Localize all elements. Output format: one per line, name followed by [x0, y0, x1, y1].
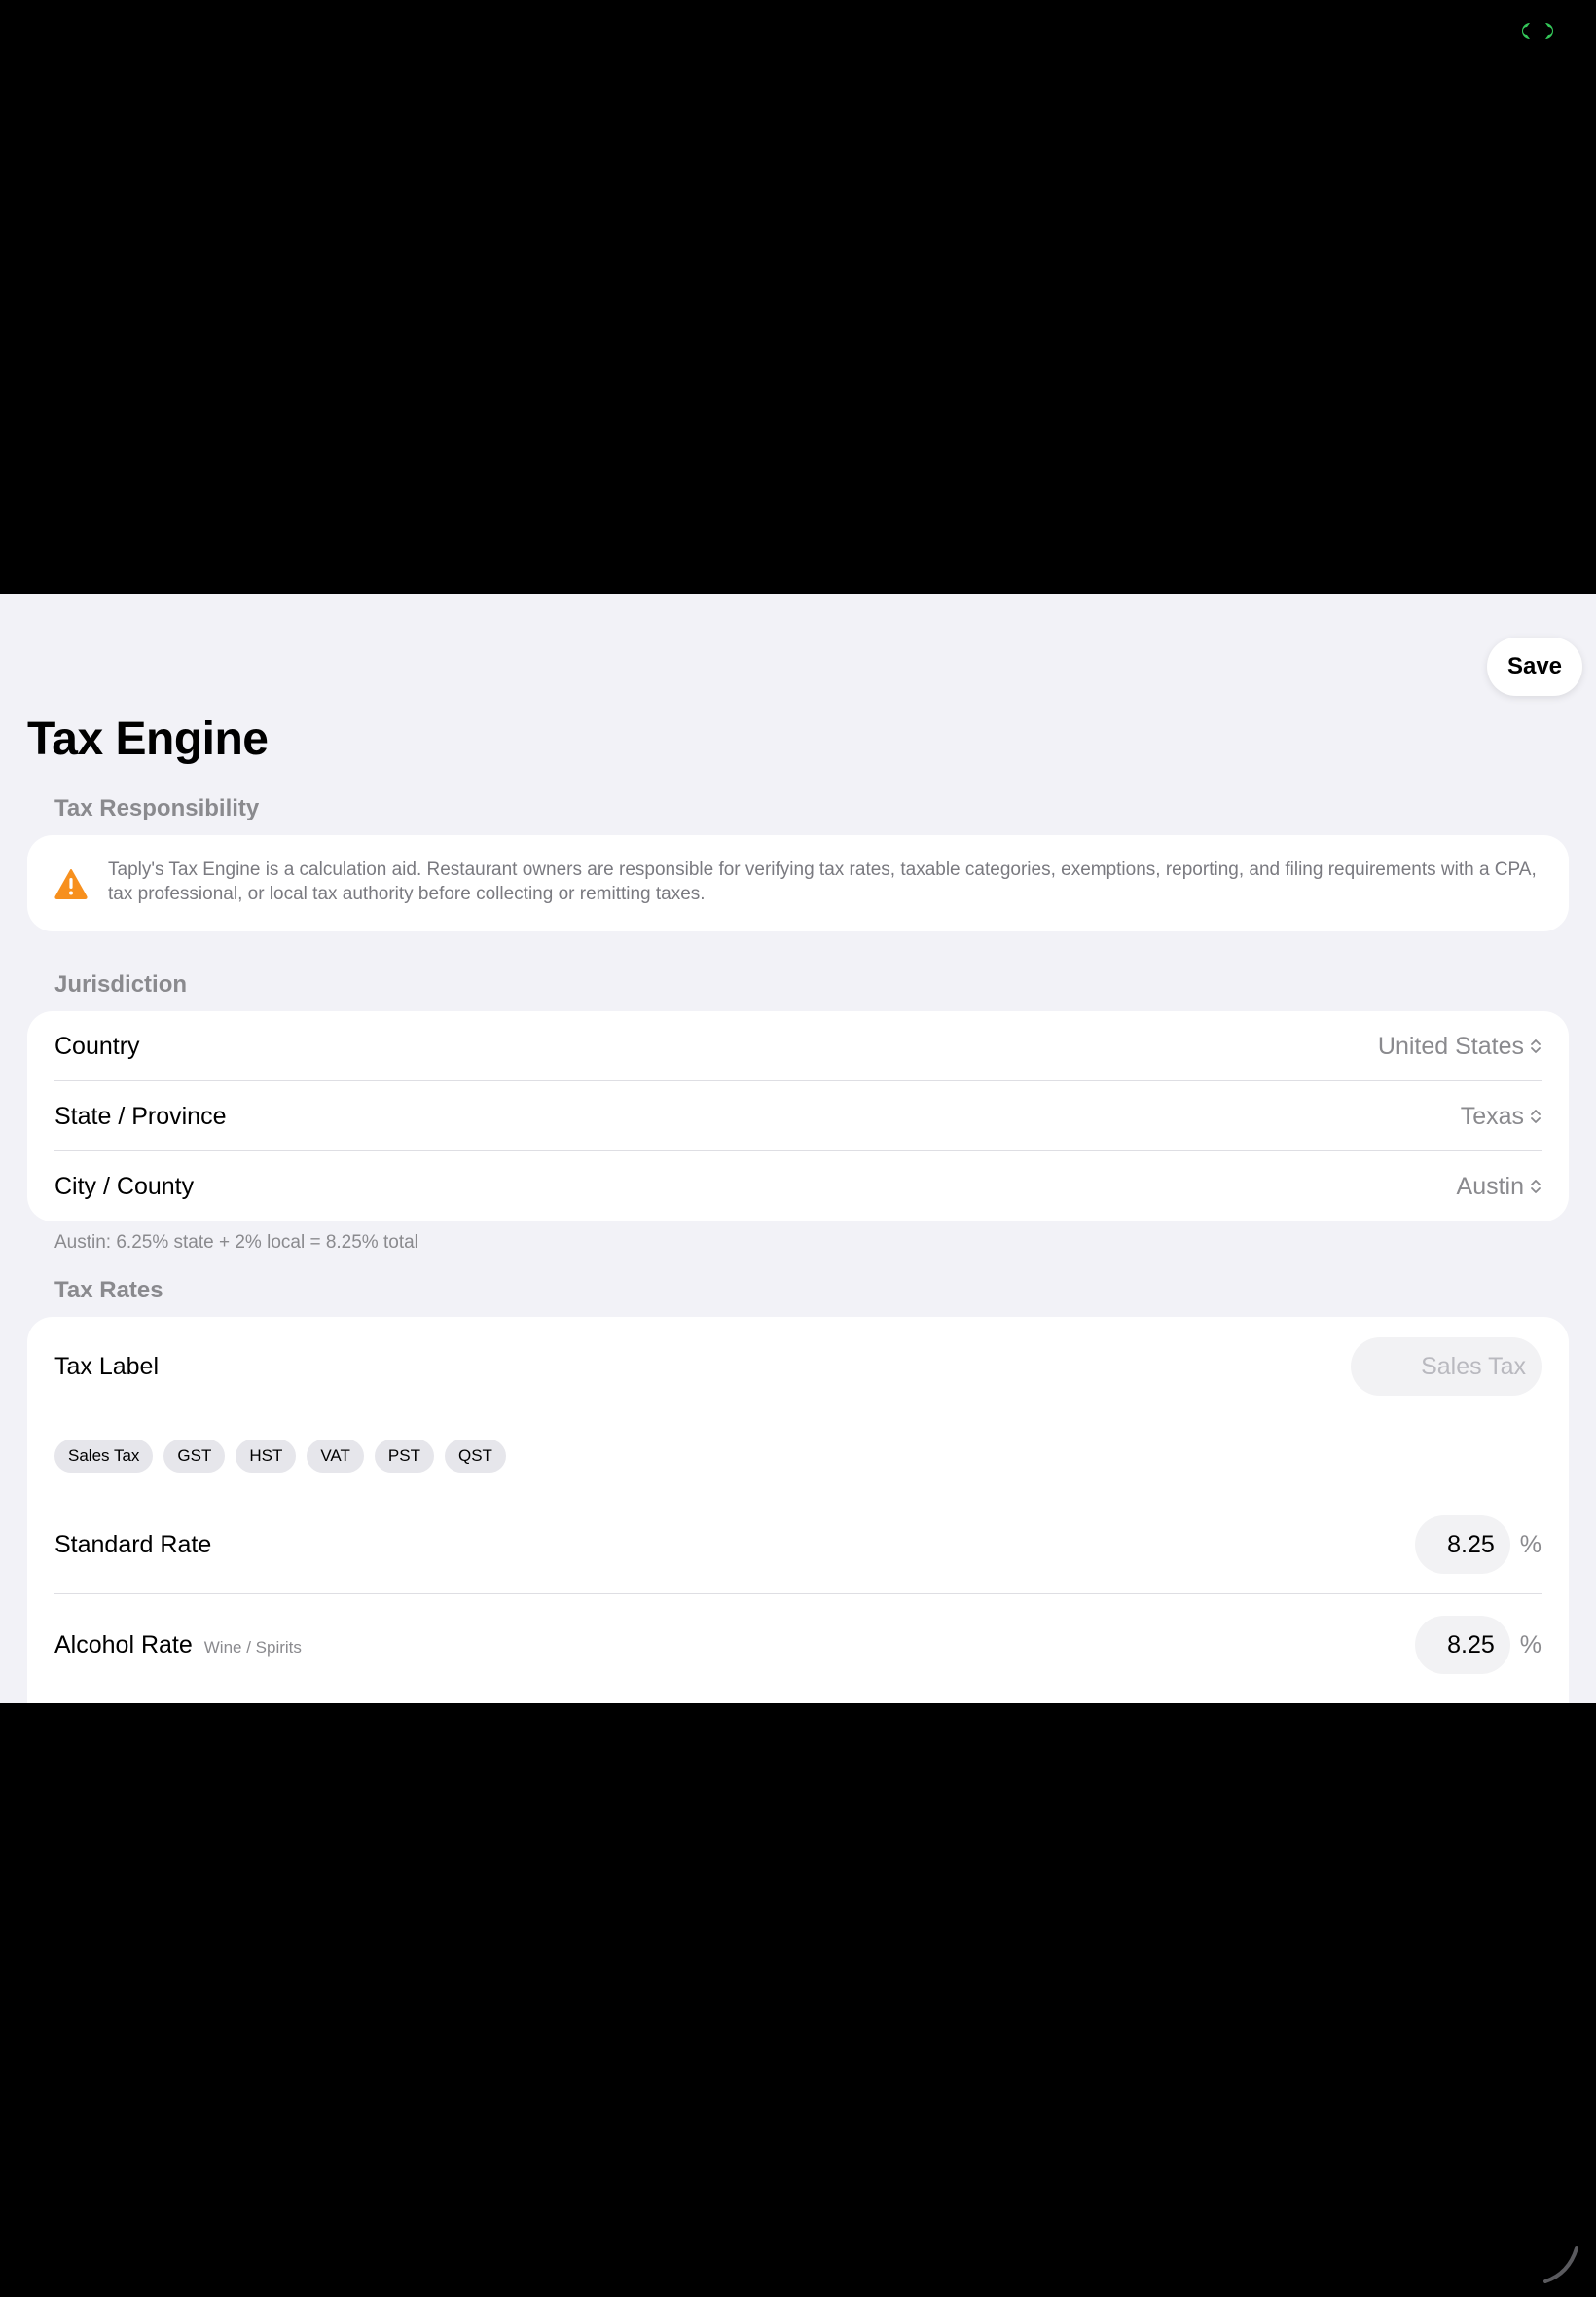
standard-rate-field: % — [1414, 1515, 1542, 1574]
save-button[interactable]: Save — [1487, 638, 1582, 696]
country-picker[interactable]: United States — [1378, 1033, 1542, 1061]
jurisdiction-card: Country United States State / Province T… — [27, 1011, 1569, 1221]
standard-rate-row: Standard Rate % — [54, 1510, 1542, 1580]
page-title: Tax Engine — [27, 713, 269, 765]
chevron-up-down-icon — [1531, 1039, 1541, 1053]
preset-chip-hst[interactable]: HST — [236, 1440, 297, 1473]
jurisdiction-row-state[interactable]: State / Province Texas — [54, 1081, 1542, 1151]
tax-label-presets: Sales Tax GST HST VAT PST QST — [54, 1440, 506, 1473]
section-header-jurisdiction: Jurisdiction — [54, 971, 188, 998]
preset-chip-sales-tax[interactable]: Sales Tax — [54, 1440, 154, 1473]
section-header-tax-rates: Tax Rates — [54, 1277, 163, 1303]
scroll-indicator-icon — [1542, 2244, 1580, 2283]
jurisdiction-note: Austin: 6.25% state + 2% local = 8.25% t… — [54, 1232, 418, 1253]
tax-label-input[interactable] — [1351, 1337, 1542, 1396]
state-label: State / Province — [54, 1102, 227, 1130]
tax-label-row: Tax Label — [54, 1331, 1542, 1402]
tax-responsibility-card: Taply's Tax Engine is a calculation aid.… — [27, 835, 1569, 931]
state-value: Texas — [1460, 1102, 1524, 1130]
alcohol-rate-input[interactable] — [1414, 1616, 1510, 1674]
alcohol-rate-label-group: Alcohol Rate Wine / Spirits — [54, 1631, 302, 1659]
standard-rate-label: Standard Rate — [54, 1530, 212, 1558]
alcohol-rate-field: % — [1414, 1616, 1542, 1674]
status-indicator-icon — [1516, 21, 1559, 41]
alcohol-rate-sublabel: Wine / Spirits — [203, 1637, 302, 1657]
preset-chip-pst[interactable]: PST — [374, 1440, 434, 1473]
tax-rates-card: Tax Label Sales Tax GST HST VAT PST QST … — [27, 1317, 1569, 1703]
tax-responsibility-text: Taply's Tax Engine is a calculation aid.… — [108, 859, 1537, 904]
warning-triangle-icon — [54, 868, 88, 899]
preset-chip-gst[interactable]: GST — [163, 1440, 226, 1473]
alcohol-rate-label: Alcohol Rate — [54, 1630, 193, 1659]
country-value: United States — [1377, 1032, 1524, 1060]
chevron-up-down-icon — [1531, 1180, 1541, 1193]
preset-chip-qst[interactable]: QST — [444, 1440, 506, 1473]
standard-rate-input[interactable] — [1414, 1515, 1510, 1574]
country-label: Country — [54, 1032, 140, 1060]
screen: Save Tax Engine Tax Responsibility Taply… — [0, 0, 1596, 2297]
section-header-tax-responsibility: Tax Responsibility — [54, 795, 260, 821]
jurisdiction-row-country[interactable]: Country United States — [54, 1011, 1542, 1081]
preset-chip-vat[interactable]: VAT — [307, 1440, 364, 1473]
state-picker[interactable]: Texas — [1461, 1103, 1542, 1131]
city-value: Austin — [1456, 1172, 1524, 1200]
row-divider — [54, 1593, 1542, 1594]
tax-label-label: Tax Label — [54, 1352, 160, 1380]
alcohol-rate-row: Alcohol Rate Wine / Spirits % — [54, 1610, 1542, 1680]
jurisdiction-row-city[interactable]: City / County Austin — [54, 1151, 1542, 1221]
city-label: City / County — [54, 1172, 195, 1200]
city-picker[interactable]: Austin — [1457, 1173, 1542, 1201]
chevron-up-down-icon — [1531, 1110, 1541, 1123]
tax-engine-sheet: Save Tax Engine Tax Responsibility Taply… — [0, 594, 1596, 1703]
percent-sign: % — [1519, 1530, 1542, 1558]
percent-sign: % — [1519, 1630, 1542, 1659]
